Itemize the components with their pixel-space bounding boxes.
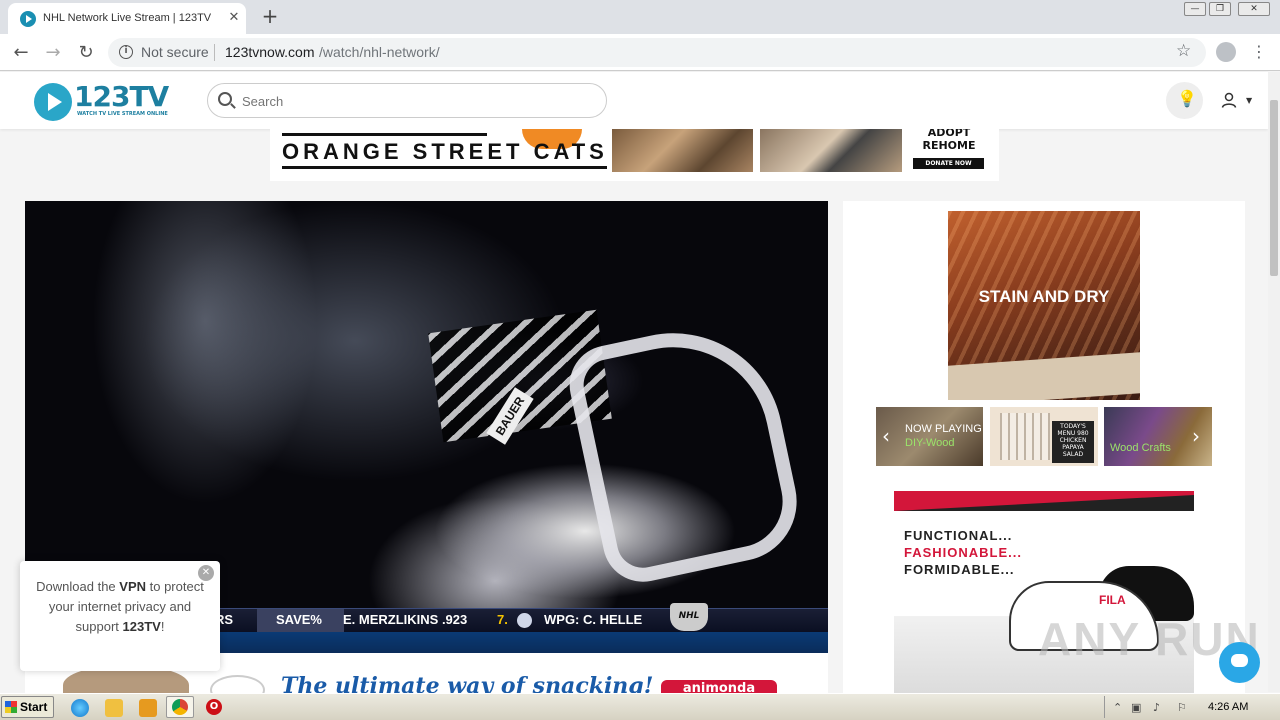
chevron-left-icon[interactable]: ‹ [882, 424, 890, 448]
user-account-icon[interactable] [1221, 92, 1237, 108]
top-banner-ad[interactable]: ORANGE STREET CATS ADOPT REHOME DONATE N… [270, 129, 999, 181]
network-icon[interactable]: ▣ [1131, 701, 1141, 714]
chrome-icon[interactable] [172, 699, 188, 715]
windows-taskbar: Start O ⌃ ▣ ♪ ⚐ 4:26 AM [0, 693, 1280, 720]
address-bar[interactable]: i Not secure 123tvnow.com /watch/nhl-net… [108, 38, 1206, 67]
ticker-rank: 7. [497, 612, 508, 627]
browser-toolbar: ← → ↻ i Not secure 123tvnow.com /watch/n… [0, 34, 1280, 71]
vpn-brand: 123TV [122, 619, 161, 634]
page-scrollbar[interactable] [1268, 72, 1280, 692]
url-path[interactable]: /watch/nhl-network/ [319, 44, 440, 60]
vpn-message: Download the VPN to protect your interne… [32, 577, 208, 637]
ad-line: FORMIDABLE... [904, 562, 1015, 577]
ad-stain-text: STAIN AND DRY [978, 287, 1110, 306]
vpn-notice-popup: ✕ Download the VPN to protect your inter… [20, 561, 220, 671]
fila-logo: FILA [1099, 593, 1126, 607]
new-tab-button[interactable]: + [258, 5, 282, 29]
vpn-message-end: ! [160, 619, 165, 634]
action-center-flag-icon[interactable]: ⚐ [1177, 701, 1187, 714]
logo-play-icon[interactable] [34, 83, 72, 121]
ad-rule [282, 133, 487, 136]
restore-button[interactable]: ❐ [1209, 2, 1231, 16]
site-favicon-icon [20, 11, 36, 27]
opera-icon[interactable]: O [206, 699, 222, 715]
nhl-network-logo: NHL [670, 603, 708, 631]
now-playing-label: NOW PLAYING DIY-Wood [905, 422, 982, 450]
ticker-stat: SAVE% [276, 612, 322, 627]
vpn-keyword: VPN [119, 579, 147, 594]
thumb-grid-board [1000, 413, 1050, 460]
security-label[interactable]: Not secure [141, 44, 209, 60]
forward-button[interactable]: → [41, 41, 65, 65]
start-button[interactable]: Start [1, 696, 54, 718]
thumb-caption: Wood Crafts [1110, 442, 1171, 454]
scrollbar-thumb[interactable] [1270, 100, 1278, 276]
vpn-message-prefix: Download the [36, 579, 120, 594]
folder-icon[interactable] [105, 699, 123, 717]
volume-icon[interactable]: ♪ [1153, 701, 1160, 714]
close-window-button[interactable]: ✕ [1238, 2, 1270, 16]
profile-avatar-icon[interactable] [1216, 42, 1236, 62]
tray-expand-icon[interactable]: ⌃ [1113, 701, 1122, 714]
lightbulb-icon: 💡 [1177, 89, 1197, 108]
ad-brand-badge [210, 675, 265, 693]
ad-rule [282, 166, 607, 169]
minimize-button[interactable]: — [1184, 2, 1206, 16]
chat-button[interactable] [1219, 642, 1260, 683]
ad-brand-logo: animonda [661, 680, 777, 693]
info-icon[interactable]: i [119, 45, 133, 59]
video-carousel: NOW PLAYING DIY-Wood ‹ TODAY'S MENU 980 C… [876, 407, 1212, 466]
chat-bubble-icon [1231, 654, 1248, 667]
cat-photo [612, 129, 753, 172]
carousel-thumb[interactable]: NOW PLAYING DIY-Wood ‹ [876, 407, 983, 466]
ticker-team: WPG: C. HELLE [544, 612, 643, 627]
clock[interactable]: 4:26 AM [1208, 701, 1248, 713]
donate-button[interactable]: DONATE NOW [913, 158, 984, 169]
logo-tagline: WATCH TV LIVE STREAM ONLINE [77, 111, 168, 117]
sidebar-ad-stain[interactable]: STAIN AND DRY [948, 211, 1140, 400]
ad-headline: The ultimate way of snacking! [281, 673, 654, 693]
bookmark-star-icon[interactable]: ☆ [1176, 41, 1191, 61]
site-header: 123TV WATCH TV LIVE STREAM ONLINE 💡 ▼ [0, 72, 1268, 129]
tab-title: NHL Network Live Stream | 123TV - Watch [43, 12, 213, 24]
ticker-player: E. MERZLIKINS .923 [343, 612, 468, 627]
ad-line: FUNCTIONAL... [904, 528, 1013, 543]
theme-toggle-button[interactable]: 💡 [1166, 82, 1203, 119]
browser-tab-strip: NHL Network Live Stream | 123TV - Watch … [0, 0, 1280, 34]
windows-logo-icon [5, 701, 17, 713]
chevron-right-icon[interactable]: › [1192, 424, 1200, 448]
chevron-down-icon[interactable]: ▼ [1246, 96, 1252, 105]
ad-adopt-text: ADOPT REHOME [922, 129, 976, 152]
ad-fila-copy: FUNCTIONAL... FASHIONABLE... FORMIDABLE.… [904, 527, 1064, 578]
back-button[interactable]: ← [9, 41, 33, 65]
search-box[interactable] [207, 83, 607, 118]
ad-line: FASHIONABLE... [904, 545, 1023, 560]
ad-title: ORANGE STREET CATS [282, 139, 608, 164]
system-tray: ⌃ ▣ ♪ ⚐ [1104, 696, 1278, 718]
internet-explorer-icon[interactable] [71, 699, 89, 717]
thumb-menu-board: TODAY'S MENU 980 CHICKEN PAPAYA SALAD [1052, 421, 1094, 463]
omnibox-divider [214, 44, 215, 61]
tab-close-icon[interactable]: ✕ [225, 9, 243, 27]
reload-button[interactable]: ↻ [74, 41, 98, 65]
jets-logo-icon [517, 613, 532, 628]
now-playing-text: NOW PLAYING [905, 423, 982, 435]
media-player-icon[interactable] [139, 699, 157, 717]
now-playing-title: DIY-Wood [905, 437, 955, 449]
carousel-thumb[interactable]: TODAY'S MENU 980 CHICKEN PAPAYA SALAD [990, 407, 1098, 466]
cat-photo [760, 129, 902, 172]
url-host[interactable]: 123tvnow.com [225, 44, 315, 60]
browser-menu-icon[interactable]: ⋮ [1251, 42, 1267, 62]
start-label: Start [20, 700, 48, 714]
site-logo[interactable]: 123TV [74, 80, 169, 113]
search-icon [218, 92, 232, 106]
search-input[interactable] [242, 92, 582, 110]
browser-tab[interactable]: NHL Network Live Stream | 123TV - Watch … [8, 3, 246, 34]
